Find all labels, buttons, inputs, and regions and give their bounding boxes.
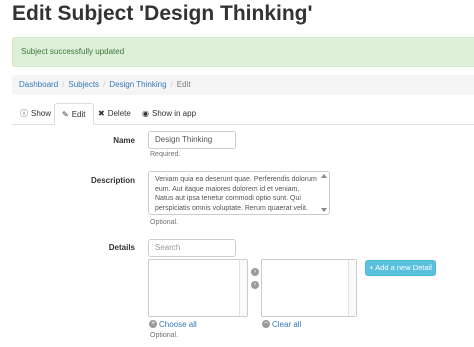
- add-detail-button[interactable]: + Add a new Detail: [365, 260, 436, 276]
- tab-show-in-app[interactable]: ◉ Show in app: [135, 103, 203, 125]
- details-search-input[interactable]: Search: [148, 239, 236, 257]
- pencil-icon: ✎: [62, 110, 69, 119]
- add-detail-label: Add a new Detail: [375, 263, 432, 272]
- tab-label: Show in app: [151, 109, 197, 118]
- name-field[interactable]: Design Thinking: [148, 131, 236, 149]
- scroll-up-icon[interactable]: [321, 174, 327, 178]
- page-title: Edit Subject 'Design Thinking': [12, 2, 313, 25]
- chosen-details-list[interactable]: [261, 259, 357, 317]
- breadcrumb: Dashboard / Subjects / Design Thinking / Edit: [12, 75, 474, 95]
- tab-label: Edit: [71, 110, 86, 119]
- textarea-scrollbar[interactable]: [321, 174, 327, 212]
- list-scrollbar[interactable]: [239, 260, 247, 316]
- move-right-icon[interactable]: ›: [251, 268, 259, 276]
- details-label: Details: [108, 243, 135, 252]
- available-details-list[interactable]: [148, 259, 248, 317]
- clear-all-icon[interactable]: −: [262, 320, 270, 328]
- scroll-down-icon[interactable]: [321, 208, 327, 212]
- breadcrumb-separator: /: [170, 80, 173, 89]
- close-icon: ✖: [98, 109, 105, 118]
- breadcrumb-dashboard[interactable]: Dashboard: [19, 80, 58, 89]
- eye-icon: ◉: [142, 109, 149, 118]
- description-textarea[interactable]: Veniam quia ea deserunt quae. Perferendi…: [148, 171, 330, 215]
- breadcrumb-separator: /: [103, 80, 106, 89]
- description-label: Description: [90, 176, 135, 185]
- description-help: Optional.: [150, 219, 179, 226]
- name-help: Required.: [150, 151, 181, 158]
- choose-all-link[interactable]: Choose all: [159, 320, 197, 329]
- tab-label: Show: [31, 109, 52, 118]
- success-alert: Subject successfully updated: [12, 37, 474, 67]
- tab-label: Delete: [107, 109, 131, 118]
- breadcrumb-design-thinking[interactable]: Design Thinking: [109, 80, 166, 89]
- move-left-icon[interactable]: ‹: [251, 281, 259, 289]
- breadcrumb-separator: /: [62, 80, 65, 89]
- name-label: Name: [113, 136, 135, 145]
- description-text: Veniam quia ea deserunt quae. Perferendi…: [155, 176, 317, 212]
- tab-delete[interactable]: ✖ Delete: [91, 103, 138, 125]
- list-scrollbar[interactable]: [348, 260, 356, 316]
- clear-all-link[interactable]: Clear all: [272, 320, 301, 329]
- breadcrumb-current: Edit: [176, 80, 191, 89]
- tab-show[interactable]: ⓘ Show: [13, 103, 58, 125]
- plus-icon: +: [369, 263, 374, 272]
- details-help: Optional.: [150, 332, 179, 339]
- action-tabs: ⓘ Show ✎ Edit ✖ Delete ◉ Show in app: [12, 103, 474, 125]
- info-icon: ⓘ: [20, 109, 28, 118]
- breadcrumb-subjects[interactable]: Subjects: [68, 80, 99, 89]
- choose-all-icon[interactable]: +: [149, 320, 157, 328]
- tab-edit[interactable]: ✎ Edit: [54, 103, 94, 125]
